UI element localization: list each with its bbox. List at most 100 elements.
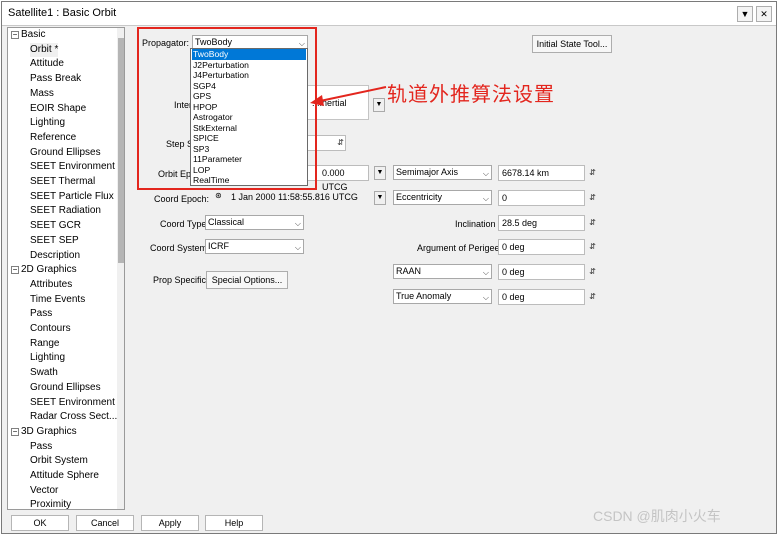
collapse-icon[interactable]: −	[11, 427, 19, 436]
eccentricity-field[interactable]: 0	[498, 190, 585, 206]
tree-item[interactable]: Ground Ellipses	[30, 146, 101, 160]
tree-item[interactable]: SEET Thermal	[30, 175, 95, 189]
tree-scrollbar[interactable]	[117, 28, 124, 509]
tree-item[interactable]: Pass	[30, 440, 52, 454]
argument-of-perigee-field[interactable]: 0 deg	[498, 239, 585, 255]
tree-item[interactable]: Time Events	[30, 293, 85, 307]
tree-category[interactable]: −3D Graphics	[11, 425, 77, 439]
propagator-option[interactable]: J4Perturbation	[192, 70, 306, 81]
tree-item[interactable]: Attributes	[30, 278, 72, 292]
propagator-dropdown-list[interactable]: TwoBody J2Perturbation J4Perturbation SGP4 G…	[190, 48, 308, 186]
collapse-icon[interactable]: −	[11, 31, 19, 39]
tree-item[interactable]: Orbit System	[30, 454, 88, 468]
tree-item-label: Ground Ellipses	[30, 381, 101, 393]
orbit-epoch-dropdown-button[interactable]: ▼	[374, 166, 386, 180]
tree-item-label: SEET Environment	[30, 161, 115, 173]
tree-category[interactable]: −2D Graphics	[11, 263, 77, 277]
tree-item[interactable]: EOIR Shape	[30, 102, 86, 116]
propagator-option[interactable]: SGP4	[192, 81, 306, 92]
initial-state-tool-button[interactable]: Initial State Tool...	[532, 35, 612, 53]
collapse-icon[interactable]: −	[11, 266, 19, 275]
propagator-option[interactable]: 11Parameter	[192, 154, 306, 165]
coord-epoch-dropdown-button[interactable]: ▼	[374, 191, 386, 205]
menu-dropdown-button[interactable]: ▼	[737, 6, 753, 22]
tree-scrollbar-thumb[interactable]	[118, 38, 124, 263]
tree-item[interactable]: Swath	[30, 366, 58, 380]
apply-button[interactable]: Apply	[141, 515, 199, 531]
tree-item[interactable]: Pass Break	[30, 72, 81, 86]
tree-item-label: SEET GCR	[30, 220, 81, 232]
tree-item[interactable]: Attitude	[30, 57, 64, 71]
propagator-option[interactable]: RealTime	[192, 175, 306, 186]
title-bar: Satellite1 : Basic Orbit ▼ ✕	[2, 2, 776, 26]
coord-type-select[interactable]: Classical ⌵	[205, 215, 304, 230]
tree-item[interactable]: Reference	[30, 131, 76, 145]
ok-button[interactable]: OK	[11, 515, 69, 531]
coord-system-select[interactable]: ICRF ⌵	[205, 239, 304, 254]
tree-item-label: SEET SEP	[30, 234, 79, 246]
special-options-button[interactable]: Special Options...	[206, 271, 288, 289]
propagator-option[interactable]: Astrogator	[192, 112, 306, 123]
inclination-spinner-icon[interactable]: ⇵	[587, 216, 598, 230]
propagator-option[interactable]: SPICE	[192, 133, 306, 144]
propagator-option[interactable]: LOP	[192, 165, 306, 176]
chevron-down-icon: ⌵	[482, 194, 489, 203]
tree-item[interactable]: SEET Environment	[30, 396, 115, 410]
anomaly-field[interactable]: 0 deg	[498, 289, 585, 305]
anomaly-select[interactable]: True Anomaly ⌵	[393, 289, 492, 304]
inclination-field[interactable]: 28.5 deg	[498, 215, 585, 231]
arg-perigee-spinner-icon[interactable]: ⇵	[587, 240, 598, 254]
coord-epoch-value: 1 Jan 2000 11:58:55.816 UTCG	[231, 192, 358, 202]
tree-item[interactable]: SEET SEP	[30, 234, 79, 248]
tree-item-label: Proximity	[30, 499, 72, 510]
semimajor-spinner-icon[interactable]: ⇵	[587, 166, 598, 180]
tree-item-label: EOIR Shape	[30, 102, 87, 114]
tree-item[interactable]: Mass	[30, 87, 54, 101]
help-button[interactable]: Help	[205, 515, 263, 531]
propagator-option[interactable]: TwoBody	[192, 49, 306, 60]
tree-item-label: Orbit *	[30, 43, 59, 55]
propagator-option[interactable]: GPS	[192, 91, 306, 102]
tree-item-label: Pass Break	[30, 73, 82, 85]
propagator-option[interactable]: J2Perturbation	[192, 60, 306, 71]
tree-item[interactable]: Orbit *	[30, 42, 59, 57]
tree-item[interactable]: SEET Radiation	[30, 204, 101, 218]
cancel-button[interactable]: Cancel	[76, 515, 134, 531]
step-size-spinner-icon[interactable]: ⇵	[335, 136, 346, 150]
propagator-option[interactable]: SP3	[192, 144, 306, 155]
tree-item[interactable]: SEET Particle Flux	[30, 190, 114, 204]
tree-item[interactable]: SEET GCR	[30, 219, 81, 233]
tree-item[interactable]: Proximity	[30, 498, 72, 510]
tree-item[interactable]: Radar Cross Sect...	[30, 410, 117, 424]
tree-item[interactable]: Pass	[30, 307, 52, 321]
propagator-option[interactable]: HPOP	[192, 102, 306, 113]
raan-spinner-icon[interactable]: ⇵	[587, 265, 598, 279]
tree-item[interactable]: Vector	[30, 484, 58, 498]
tree-item[interactable]: Ground Ellipses	[30, 381, 101, 395]
tree-item[interactable]: Contours	[30, 322, 71, 336]
anomaly-spinner-icon[interactable]: ⇵	[587, 290, 598, 304]
tree-item[interactable]: Lighting	[30, 351, 65, 365]
tree-category[interactable]: − Basic	[11, 28, 45, 42]
semimajor-axis-field[interactable]: 6678.14 km	[498, 165, 585, 181]
tree-item[interactable]: SEET Environment	[30, 160, 115, 174]
tree-item[interactable]: Lighting	[30, 116, 65, 130]
close-button[interactable]: ✕	[756, 6, 772, 22]
epoch-link-icon[interactable]: ⊛	[215, 191, 222, 200]
tree-item-label: Lighting	[30, 117, 66, 129]
raan-select[interactable]: RAAN ⌵	[393, 264, 492, 279]
semimajor-axis-select[interactable]: Semimajor Axis ⌵	[393, 165, 492, 180]
anomaly-value: 0 deg	[502, 292, 525, 302]
eccentricity-select-value: Eccentricity	[396, 192, 443, 202]
tree-item[interactable]: Description	[30, 249, 80, 263]
raan-field[interactable]: 0 deg	[498, 264, 585, 280]
propagator-option[interactable]: StkExternal	[192, 123, 306, 134]
chevron-down-icon: ▼	[740, 9, 750, 19]
tree-item-label: 2D Graphics	[21, 264, 77, 276]
tree-item[interactable]: Range	[30, 337, 59, 351]
eccentricity-spinner-icon[interactable]: ⇵	[587, 191, 598, 205]
coord-epoch-field[interactable]: 1 Jan 2000 11:58:55.816 UTCG	[228, 190, 369, 206]
eccentricity-select[interactable]: Eccentricity ⌵	[393, 190, 492, 205]
tree-item[interactable]: Attitude Sphere	[30, 469, 99, 483]
tree-item-label: Vector	[30, 484, 59, 496]
